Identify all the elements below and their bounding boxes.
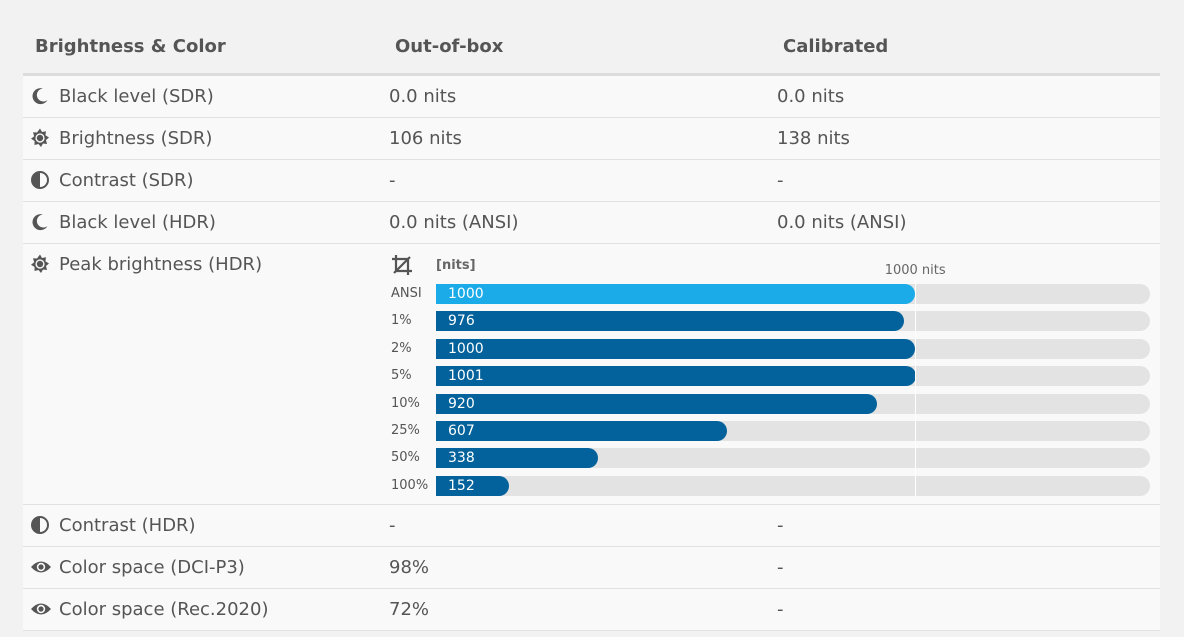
bar-category-label: 10%: [391, 395, 420, 411]
bar-row: 100% 152: [389, 475, 1159, 496]
table-row: Contrast (HDR) - -: [23, 505, 1160, 547]
table-row: Color space (DCI-P3) 98% -: [23, 547, 1160, 589]
bar-row: 5% 1001: [389, 366, 1159, 387]
table-row: Color space (Rec.2020) 72% -: [23, 589, 1160, 631]
row-label: Color space (Rec.2020): [59, 599, 269, 620]
bar-value-label: 152: [448, 477, 475, 494]
bar-category-label: 5%: [391, 368, 412, 384]
bar: [436, 393, 877, 414]
bar: [436, 311, 904, 332]
bar-row: 2% 1000: [389, 338, 1159, 359]
calibrated-value: -: [777, 515, 784, 536]
out-of-box-value: 0.0 nits: [389, 86, 457, 107]
row-label: Brightness (SDR): [59, 128, 213, 149]
bar-row: 10% 920: [389, 393, 1159, 414]
bar: [436, 284, 916, 304]
bar-category-label: 100%: [391, 477, 429, 493]
out-of-box-value: 72%: [389, 599, 430, 620]
table-row: Black level (HDR) 0.0 nits (ANSI) 0.0 nits…: [23, 202, 1160, 244]
bar: [436, 338, 916, 359]
moon-icon: [30, 86, 50, 106]
table-row: Peak brightness (HDR) [nits] 1000 nits ANSI…: [23, 244, 1160, 505]
out-of-box-value: -: [389, 170, 396, 191]
row-label: Black level (HDR): [59, 212, 216, 233]
bar-track: [436, 475, 1150, 496]
chart-unit-label: [nits]: [436, 258, 476, 273]
bar-category-label: 25%: [391, 423, 420, 438]
peak-brightness-chart: [nits] 1000 nits ANSI 1000 1% 976 2% 1000 5% 1001…: [389, 252, 1159, 497]
row-label: Contrast (HDR): [59, 515, 196, 536]
contrast-icon: [30, 170, 50, 190]
moon-icon: [30, 212, 50, 232]
out-of-box-value: 106 nits: [389, 128, 462, 149]
bar-value-label: 1001: [448, 368, 484, 385]
bar-row: ANSI 1000: [389, 284, 1159, 304]
out-of-box-value: 0.0 nits (ANSI): [389, 212, 519, 233]
bar: [436, 366, 916, 387]
bar-value-label: 338: [448, 450, 475, 467]
calibrated-value: 0.0 nits: [777, 86, 845, 107]
bar-row: 1% 976: [389, 311, 1159, 332]
calibrated-value: 0.0 nits (ANSI): [777, 212, 907, 233]
bar: [436, 421, 727, 441]
bar-category-label: 1%: [391, 313, 412, 329]
eye-icon: [30, 557, 51, 577]
table-row: Contrast (SDR) - -: [23, 160, 1160, 202]
bar-value-label: 920: [448, 395, 475, 412]
bar-category-label: 2%: [391, 340, 412, 356]
bar-value-label: 607: [448, 423, 475, 439]
row-label: Black level (SDR): [59, 86, 214, 107]
out-of-box-value: -: [389, 515, 396, 536]
row-label: Color space (DCI-P3): [59, 557, 245, 578]
table-header: Brightness & Color Out-of-box Calibrated: [23, 0, 1160, 76]
out-of-box-value: 98%: [389, 557, 430, 578]
brightness-color-table: Brightness & Color Out-of-box Calibrated…: [23, 0, 1160, 631]
table-row: Black level (SDR) 0.0 nits 0.0 nits: [23, 76, 1160, 118]
calibrated-value: 138 nits: [777, 128, 850, 149]
header-brightness-color: Brightness & Color: [35, 36, 226, 57]
sun-icon: [30, 128, 50, 148]
table-body: Black level (SDR) 0.0 nits 0.0 nits Brightn…: [23, 76, 1160, 631]
header-calibrated: Calibrated: [783, 36, 889, 57]
bar-row: 25% 607: [389, 421, 1159, 441]
bar-category-label: ANSI: [391, 286, 422, 301]
eye-icon: [30, 599, 51, 619]
header-out-of-box: Out-of-box: [395, 36, 504, 57]
row-label: Contrast (SDR): [59, 170, 194, 191]
sun-icon: [30, 254, 50, 274]
table-row: Brightness (SDR) 106 nits 138 nits: [23, 118, 1160, 160]
calibrated-value: -: [777, 599, 784, 620]
reference-line-label: 1000 nits: [884, 263, 946, 278]
crop-icon: [391, 254, 413, 276]
row-label: Peak brightness (HDR): [59, 254, 263, 275]
bar-value-label: 1000: [448, 340, 484, 357]
calibrated-value: -: [777, 170, 784, 191]
contrast-icon: [30, 515, 50, 535]
bar-value-label: 1000: [448, 286, 484, 302]
bar-row: 50% 338: [389, 448, 1159, 469]
reference-line: [915, 280, 917, 497]
bar-category-label: 50%: [391, 450, 420, 466]
bar-value-label: 976: [448, 313, 475, 330]
calibrated-value: -: [777, 557, 784, 578]
